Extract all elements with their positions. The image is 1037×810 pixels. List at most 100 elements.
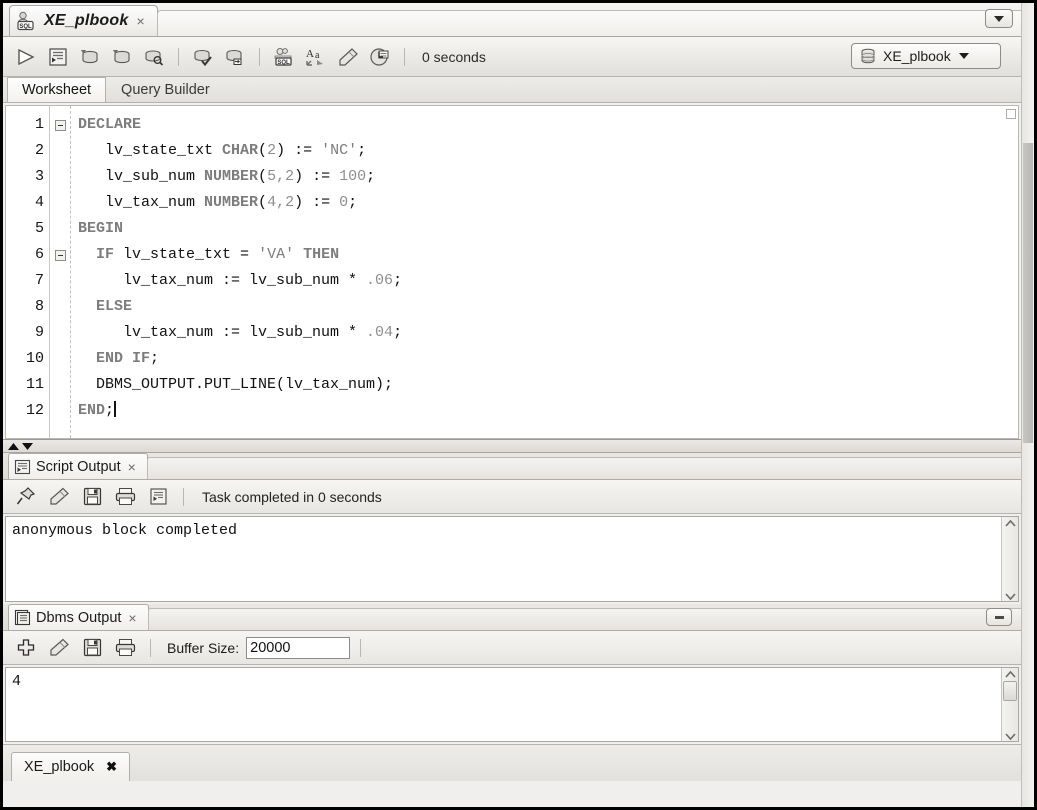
- print-icon[interactable]: [110, 483, 140, 511]
- tab-worksheet[interactable]: Worksheet: [7, 77, 107, 102]
- main-column: SQL XE_plbook × SQL A a 0 seconds XE_plb…: [3, 3, 1021, 807]
- script-output-text: anonymous block completed: [12, 522, 238, 539]
- fold-toggle-icon[interactable]: [50, 112, 70, 138]
- editor-splitter[interactable]: [3, 440, 1021, 453]
- run-statement-icon[interactable]: [11, 43, 41, 71]
- clear-icon[interactable]: [44, 483, 74, 511]
- buffer-size-label: Buffer Size:: [167, 639, 240, 656]
- bottom-tab-xe-plbook[interactable]: XE_plbook ✖: [11, 752, 131, 781]
- clear-icon[interactable]: [44, 634, 74, 662]
- dbms-output-content-area[interactable]: 4: [5, 667, 1019, 742]
- toolbar-separator: [178, 47, 179, 66]
- fold-collapse-icon[interactable]: [54, 249, 66, 261]
- editor-code-line: END IF;: [70, 346, 1005, 372]
- autotrace-icon[interactable]: [188, 43, 218, 71]
- editor-line-number: 11: [25, 376, 44, 393]
- connection-selector[interactable]: XE_plbook: [851, 43, 1001, 69]
- scroll-up-icon[interactable]: [1004, 519, 1017, 528]
- script-output-status: Task completed in 0 seconds: [202, 488, 382, 505]
- code-token: END IF: [96, 350, 151, 367]
- editor-code-line: lv_sub_num NUMBER(5,2) := 100;: [70, 164, 1005, 190]
- code-token: lv_tax_num := lv_sub_num *: [78, 272, 367, 289]
- svg-text:a: a: [315, 50, 320, 61]
- rollback-icon[interactable]: [107, 43, 137, 71]
- script-output-content-area[interactable]: anonymous block completed: [5, 516, 1019, 602]
- editor-code-line: lv_tax_num := lv_sub_num * .06;: [70, 268, 1005, 294]
- toolbar-separator: [360, 638, 362, 657]
- editor-code-area[interactable]: DECLARE lv_state_txt CHAR(2) := 'NC'; lv…: [70, 106, 1005, 438]
- script-output-icon: [14, 459, 31, 475]
- run-script-icon[interactable]: [43, 43, 73, 71]
- code-token: DECLARE: [78, 116, 142, 133]
- window-scrollbar-thumb[interactable]: [1023, 143, 1033, 443]
- pin-icon[interactable]: [11, 483, 41, 511]
- code-token: (: [258, 168, 268, 185]
- minimize-panel-button[interactable]: [986, 608, 1012, 626]
- worksheet-toolbar: SQL A a 0 seconds XE_plbook: [3, 37, 1021, 77]
- editor-code-line: IF lv_state_txt = 'VA' THEN: [70, 242, 1005, 268]
- tab-dbms-output[interactable]: Dbms Output ×: [8, 604, 149, 630]
- dbms-output-panel: Dbms Output × Buffer Size: 20000 4: [3, 604, 1021, 744]
- collapse-down-icon[interactable]: [21, 442, 34, 451]
- sql-editor-inner[interactable]: 1 2 3 4 5 6 7 8 9 10 11 12 DECLARE lv_state_txt CHA…: [5, 105, 1005, 439]
- script-output-scrollbar[interactable]: [1001, 517, 1018, 601]
- worksheet-sub-tabs: Worksheet Query Builder: [3, 77, 1021, 103]
- tab-query-builder[interactable]: Query Builder: [106, 77, 225, 102]
- bottom-tab-label: XE_plbook: [24, 759, 95, 775]
- editor-marker-bar[interactable]: [1005, 105, 1019, 439]
- scroll-down-icon[interactable]: [1004, 592, 1017, 601]
- editor-fold-column[interactable]: [50, 106, 70, 438]
- svg-text:A: A: [306, 48, 314, 60]
- script-icon[interactable]: [143, 483, 173, 511]
- code-token: lv_tax_num: [78, 194, 205, 211]
- script-output-panel: Script Output × Task completed in 0 seco…: [3, 453, 1021, 604]
- code-token: 0: [339, 194, 349, 211]
- commit-icon[interactable]: [75, 43, 105, 71]
- connection-name-label: XE_plbook: [883, 48, 951, 64]
- dbms-output-tab-strip: Dbms Output ×: [3, 604, 1021, 631]
- print-icon[interactable]: [110, 634, 140, 662]
- code-token: NUMBER: [204, 168, 259, 185]
- add-icon[interactable]: [11, 634, 41, 662]
- dbms-output-scrollbar[interactable]: [1001, 668, 1018, 741]
- script-output-tab-close-icon[interactable]: ×: [126, 460, 138, 474]
- worksheet-tab-xe-plbook[interactable]: SQL XE_plbook ×: [9, 5, 158, 36]
- editor-code-line: lv_tax_num NUMBER(4,2) := 0;: [70, 190, 1005, 216]
- fold-toggle-icon[interactable]: [50, 242, 70, 268]
- completion-insight-icon[interactable]: A a: [301, 43, 331, 71]
- sql-format-icon[interactable]: SQL: [269, 43, 299, 71]
- clear-icon[interactable]: [333, 43, 363, 71]
- window-vertical-scrollbar[interactable]: [1021, 3, 1034, 807]
- save-icon[interactable]: [77, 634, 107, 662]
- worksheet-tab-close-icon[interactable]: ×: [134, 14, 146, 28]
- code-token: END: [78, 402, 106, 419]
- dbms-output-text: 4: [12, 673, 22, 690]
- script-output-tab-label: Script Output: [36, 458, 121, 475]
- bottom-tab-close-icon[interactable]: ✖: [106, 759, 117, 775]
- sql-history-db-icon[interactable]: [220, 43, 250, 71]
- fold-collapse-icon[interactable]: [54, 119, 66, 131]
- collapse-up-icon[interactable]: [7, 442, 20, 451]
- buffer-size-input[interactable]: [246, 636, 351, 659]
- tab-list-dropdown-button[interactable]: [985, 9, 1013, 28]
- explain-plan-icon[interactable]: [139, 43, 169, 71]
- recall-icon[interactable]: [365, 43, 395, 71]
- svg-text:SQL: SQL: [277, 59, 290, 65]
- scroll-down-icon[interactable]: [1004, 732, 1017, 741]
- editor-line-number: 3: [34, 168, 44, 185]
- chevron-down-icon[interactable]: [958, 52, 970, 60]
- toolbar-separator: [404, 47, 405, 66]
- dbms-output-scrollbar-thumb[interactable]: [1003, 681, 1017, 701]
- text-caret: [114, 401, 117, 417]
- tab-script-output[interactable]: Script Output ×: [8, 453, 148, 479]
- code-token: IF: [96, 246, 115, 263]
- save-icon[interactable]: [77, 483, 107, 511]
- scroll-up-icon[interactable]: [1004, 670, 1017, 679]
- dbms-output-tab-close-icon[interactable]: ×: [126, 611, 138, 625]
